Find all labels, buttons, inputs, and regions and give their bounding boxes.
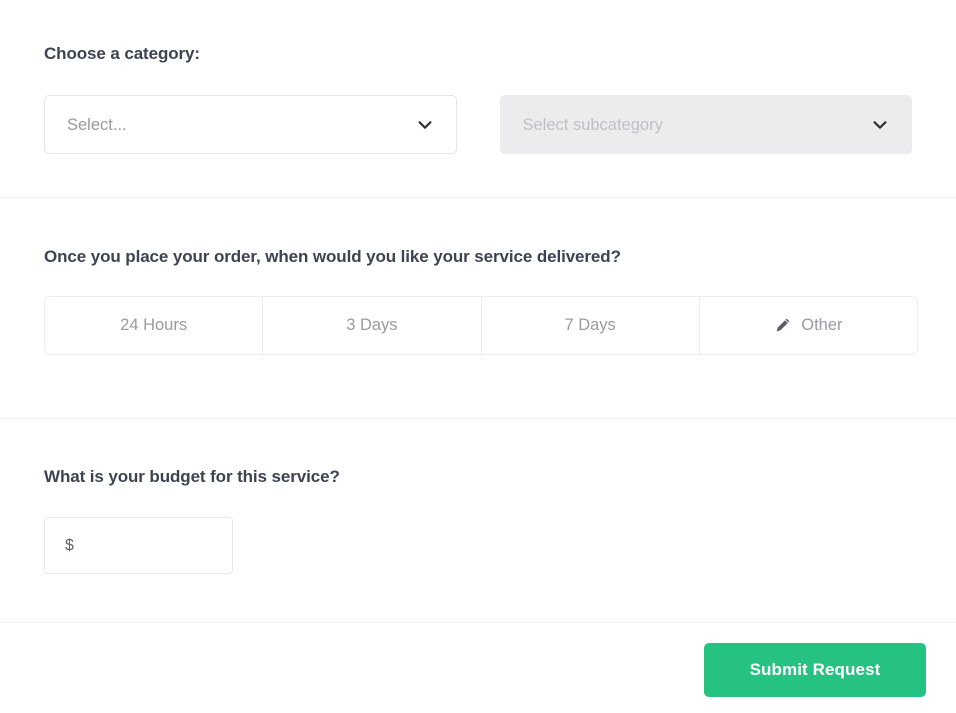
subcategory-select[interactable]: Select subcategory	[499, 95, 912, 154]
delivery-option-3-days[interactable]: 3 Days	[263, 297, 482, 354]
pencil-icon	[774, 317, 791, 334]
delivery-option-label: 24 Hours	[120, 316, 188, 334]
budget-input[interactable]: $	[44, 517, 233, 574]
category-selects-row: Select... Select subcategory	[44, 95, 912, 154]
subcategory-select-value: Select subcategory	[522, 115, 663, 134]
category-select-value: Select...	[67, 115, 127, 134]
budget-question-label: What is your budget for this service?	[44, 467, 340, 486]
category-section: Choose a category: Select... Select subc…	[0, 0, 956, 197]
delivery-question-label: Once you place your order, when would yo…	[44, 247, 621, 266]
currency-symbol: $	[65, 536, 74, 554]
chevron-down-icon	[416, 116, 434, 134]
delivery-section: Once you place your order, when would yo…	[0, 198, 956, 418]
category-question-label: Choose a category:	[44, 44, 200, 63]
delivery-option-label: 7 Days	[564, 316, 616, 334]
chevron-down-icon	[871, 116, 889, 134]
submit-request-button[interactable]: Submit Request	[704, 642, 926, 697]
delivery-options-group: 24 Hours 3 Days 7 Days Other	[44, 296, 918, 355]
delivery-option-other[interactable]: Other	[699, 297, 917, 354]
delivery-option-7-days[interactable]: 7 Days	[481, 297, 700, 354]
form-footer: Submit Request	[0, 623, 956, 713]
delivery-option-label: Other	[801, 316, 843, 334]
category-select[interactable]: Select...	[44, 95, 457, 154]
delivery-option-label: 3 Days	[346, 316, 398, 334]
service-request-form: Choose a category: Select... Select subc…	[0, 0, 956, 713]
budget-section: What is your budget for this service? $	[0, 419, 956, 622]
delivery-option-24-hours[interactable]: 24 Hours	[45, 297, 264, 354]
